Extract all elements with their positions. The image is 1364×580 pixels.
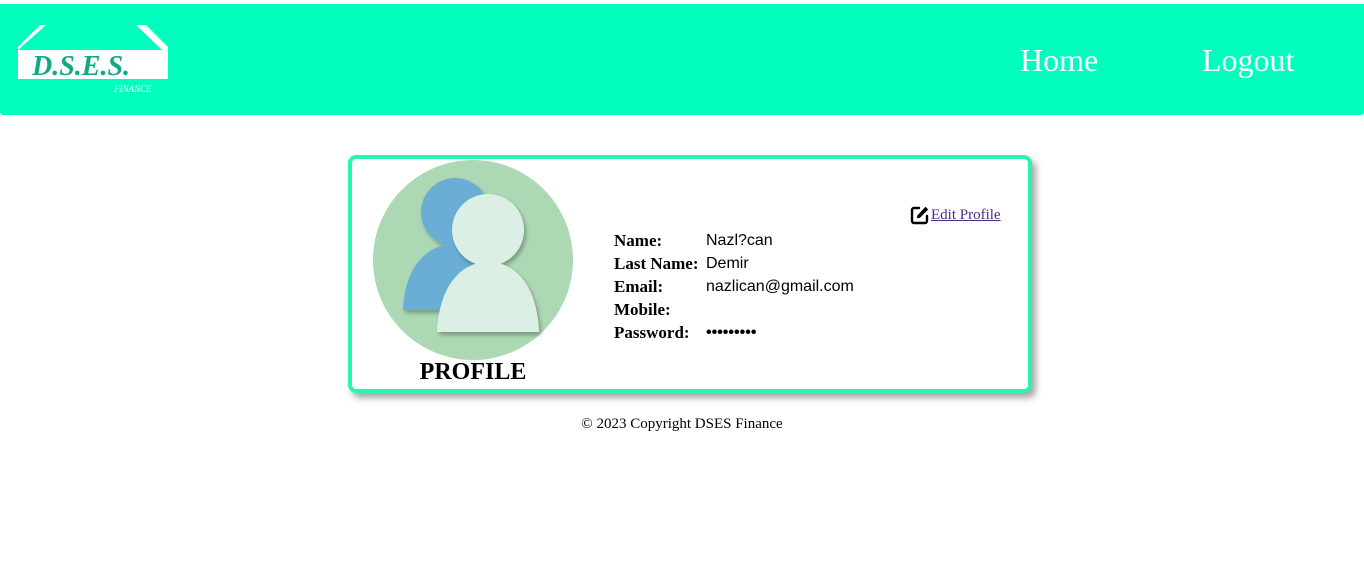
field-value-last-name: Demir (706, 254, 749, 272)
field-value-name: Nazl?can (706, 231, 773, 249)
users-icon (373, 160, 573, 360)
navbar: D.S.E.S. FINANCE Home Logout (0, 4, 1364, 115)
nav-home-link[interactable]: Home (1020, 42, 1098, 79)
field-value-password: ••••••••• (706, 323, 757, 341)
logo-graphic: D.S.E.S. FINANCE (18, 25, 168, 94)
field-row-email: Email: nazlican@gmail.com (614, 275, 854, 298)
edit-profile-label[interactable]: Edit Profile (931, 207, 1001, 224)
logo[interactable]: D.S.E.S. FINANCE (18, 25, 168, 97)
field-label: Email: (614, 276, 664, 296)
field-label: Password: (614, 322, 690, 342)
edit-square-icon (910, 205, 930, 225)
field-row-mobile: Mobile: (614, 298, 854, 321)
logo-subtext: FINANCE (113, 84, 152, 94)
field-row-password: Password: ••••••••• (614, 321, 854, 344)
profile-heading: PROFILE (419, 359, 527, 385)
nav-logout-link[interactable]: Logout (1202, 42, 1294, 79)
field-row-last-name: Last Name: Demir (614, 252, 854, 275)
field-label: Last Name: (614, 253, 699, 273)
field-row-name: Name: Nazl?can (614, 229, 854, 252)
edit-profile-link[interactable]: Edit Profile (910, 205, 1001, 225)
field-label: Mobile: (614, 299, 671, 319)
field-value-email: nazlican@gmail.com (706, 277, 854, 295)
logo-text: D.S.E.S. (31, 51, 130, 82)
profile-info: Name: Nazl?can Last Name: Demir Email: n… (614, 229, 854, 344)
profile-card: PROFILE Edit Profile Name: Nazl?can Last… (348, 155, 1032, 393)
footer-copyright: © 2023 Copyright DSES Finance (581, 416, 783, 432)
field-label: Name: (614, 230, 663, 250)
